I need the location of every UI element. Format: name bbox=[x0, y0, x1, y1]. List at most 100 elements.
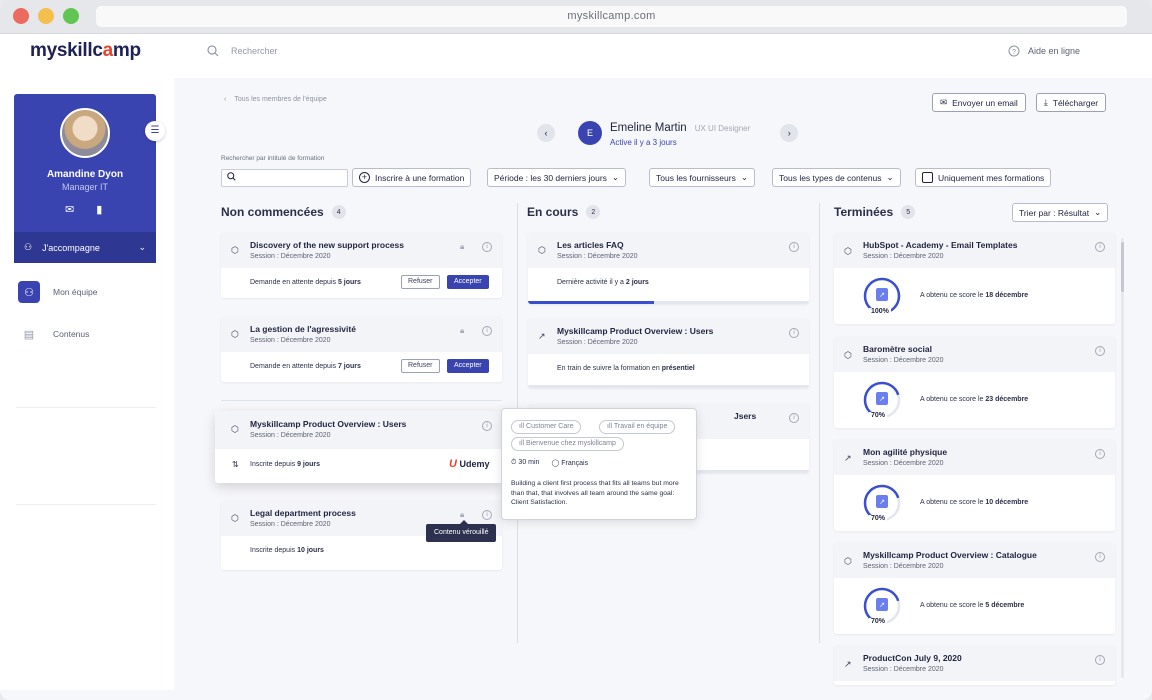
info-icon[interactable]: i bbox=[1095, 242, 1105, 252]
column-title-label: En cours bbox=[527, 205, 579, 219]
course-card[interactable]: ⬡ La gestion de l'agressivité Session : … bbox=[221, 316, 502, 382]
accept-button[interactable]: Accepter bbox=[447, 359, 489, 373]
help-link[interactable]: ? Aide en ligne bbox=[1008, 45, 1080, 57]
refuse-button[interactable]: Refuser bbox=[401, 275, 440, 289]
search-icon bbox=[207, 45, 219, 57]
info-icon[interactable]: i bbox=[789, 328, 799, 338]
cube-icon: ⬡ bbox=[231, 424, 239, 434]
completed-course-card[interactable]: ↗ Mon agilité physique Session : Décembr… bbox=[834, 439, 1115, 531]
lock-icon[interactable]: 🔒︎ bbox=[460, 510, 464, 520]
info-icon[interactable]: i bbox=[482, 242, 492, 252]
tag: ıll Travail en équipe bbox=[599, 420, 676, 434]
card-status-text: Demande en attente depuis bbox=[250, 279, 337, 286]
info-icon[interactable]: i bbox=[1095, 449, 1105, 459]
card-status-days: 9 jours bbox=[297, 461, 321, 468]
course-card[interactable]: ⬡ Les articles FAQ Session : Décembre 20… bbox=[528, 232, 809, 304]
refuse-button[interactable]: Refuser bbox=[401, 359, 440, 373]
my-trainings-checkbox[interactable]: Uniquement mes formations bbox=[915, 168, 1052, 187]
column-title-label: Non commencées bbox=[221, 205, 324, 219]
svg-text:↗: ↗ bbox=[879, 499, 885, 506]
checkbox-icon bbox=[922, 172, 933, 183]
score-date: 18 décembre bbox=[985, 292, 1029, 299]
maximize-dot[interactable] bbox=[63, 8, 79, 24]
card-title: Myskillcamp Product Overview : Catalogue bbox=[863, 550, 1037, 560]
card-body: En train de suivre la formation en prése… bbox=[528, 354, 809, 382]
card-title: Legal department process bbox=[250, 508, 356, 518]
column-divider bbox=[819, 203, 820, 643]
card-header: ↗ ProductCon July 9, 2020 Session : Déce… bbox=[834, 645, 1115, 681]
completed-course-card[interactable]: ⬡ Baromètre social Session : Décembre 20… bbox=[834, 336, 1115, 428]
nav-label-contents: Contenus bbox=[53, 329, 90, 339]
my-trainings-label: Uniquement mes formations bbox=[938, 172, 1045, 183]
send-email-button[interactable]: ✉ Envoyer un email bbox=[932, 93, 1026, 112]
close-dot[interactable] bbox=[13, 8, 29, 24]
global-search[interactable]: Rechercher bbox=[207, 45, 278, 57]
help-label: Aide en ligne bbox=[1028, 46, 1081, 56]
completed-course-card[interactable]: ↗ ProductCon July 9, 2020 Session : Déce… bbox=[834, 645, 1115, 685]
nav-item-contents[interactable]: ▤ Contenus bbox=[18, 323, 90, 345]
logo-text: myskillc bbox=[30, 40, 103, 61]
info-icon[interactable]: i bbox=[1095, 655, 1105, 665]
score-label: A obtenu ce score le bbox=[920, 602, 984, 609]
column-done-title: Terminées 5 bbox=[834, 205, 916, 219]
next-member-button[interactable]: › bbox=[780, 123, 799, 142]
score-section: ↗ 100% A obtenu ce score le 18 décembre bbox=[834, 268, 1115, 324]
period-dropdown[interactable]: Période : les 30 derniers jours ⌄ bbox=[487, 168, 627, 187]
info-icon[interactable]: i bbox=[789, 242, 799, 252]
info-icon[interactable]: i bbox=[482, 510, 492, 520]
course-card[interactable]: ↗ Myskillcamp Product Overview : Users S… bbox=[528, 318, 809, 388]
info-icon[interactable]: i bbox=[789, 413, 799, 423]
divider bbox=[16, 504, 156, 505]
breadcrumb[interactable]: ‹ Tous les membres de l'équipe bbox=[224, 96, 327, 103]
info-icon[interactable]: i bbox=[482, 326, 492, 336]
types-dropdown[interactable]: Tous les types de contenus ⌄ bbox=[772, 168, 901, 187]
trend-icon: ↗ bbox=[538, 331, 546, 341]
card-status: Demande en attente depuis 7 jours bbox=[250, 363, 361, 370]
mail-icon: ✉ bbox=[940, 97, 948, 107]
scrollbar[interactable] bbox=[1121, 238, 1124, 678]
tag: ıll Customer Care bbox=[511, 420, 582, 434]
accept-button[interactable]: Accepter bbox=[447, 275, 489, 289]
card-status-text: En train de suivre la formation en bbox=[557, 365, 660, 372]
completed-course-card[interactable]: ⬡ HubSpot - Academy - Email Templates Se… bbox=[834, 232, 1115, 324]
card-title: ProductCon July 9, 2020 bbox=[863, 653, 962, 663]
profile-card: ☰ Amandine Dyon Manager IT ✉ ▮ ⚇ J'accom… bbox=[14, 94, 165, 263]
nav-item-team[interactable]: ⚇ Mon équipe bbox=[18, 281, 97, 303]
scrollbar-thumb[interactable] bbox=[1121, 242, 1124, 292]
browser-titlebar: myskillcamp.com bbox=[0, 0, 1152, 34]
card-status-text: Inscrite depuis bbox=[250, 547, 296, 554]
card-title: HubSpot - Academy - Email Templates bbox=[863, 240, 1018, 250]
url-bar[interactable]: myskillcamp.com bbox=[96, 6, 1127, 27]
score-value: 70% bbox=[869, 412, 888, 419]
providers-dropdown[interactable]: Tous les fournisseurs ⌄ bbox=[649, 168, 755, 187]
score-label: A obtenu ce score le bbox=[920, 292, 984, 299]
logo[interactable]: myskillcamp bbox=[30, 40, 141, 62]
score-label: A obtenu ce score le bbox=[920, 396, 984, 403]
completed-course-card[interactable]: ⬡ Myskillcamp Product Overview : Catalog… bbox=[834, 542, 1115, 634]
card-title: Discovery of the new support process bbox=[250, 240, 404, 250]
info-icon[interactable]: i bbox=[482, 421, 492, 431]
sort-dropdown[interactable]: Trier par : Résultat ⌄ bbox=[1012, 203, 1109, 222]
card-header: ⬡ Myskillcamp Product Overview : Catalog… bbox=[834, 542, 1115, 578]
minimize-dot[interactable] bbox=[38, 8, 54, 24]
download-button[interactable]: ⤓ Télécharger bbox=[1036, 93, 1107, 112]
bookmark-icon[interactable]: ▮ bbox=[96, 203, 102, 216]
team-icon: ⚇ bbox=[18, 281, 40, 303]
info-icon[interactable]: i bbox=[1095, 552, 1105, 562]
svg-text:↗: ↗ bbox=[879, 292, 885, 299]
enroll-button[interactable]: + Inscrire à une formation bbox=[352, 168, 472, 187]
course-card[interactable]: ⬡ Discovery of the new support process S… bbox=[221, 232, 502, 298]
info-icon[interactable]: i bbox=[1095, 346, 1105, 356]
mail-icon[interactable]: ✉ bbox=[65, 203, 74, 216]
accompany-dropdown[interactable]: ⚇ J'accompagne ⌄ bbox=[14, 232, 156, 263]
course-details-tooltip: ıll Customer Care ıll Travail en équipe … bbox=[501, 408, 697, 520]
training-search-input[interactable] bbox=[221, 169, 348, 187]
card-session: Session : Décembre 2020 bbox=[250, 432, 331, 439]
breadcrumb-label: Tous les membres de l'équipe bbox=[234, 96, 327, 103]
prev-member-button[interactable]: ‹ bbox=[537, 123, 555, 142]
card-body: Demande en attente depuis 5 jours Refuse… bbox=[221, 268, 502, 296]
course-card-hovered[interactable]: ⬡ Myskillcamp Product Overview : Users S… bbox=[215, 411, 504, 483]
list-menu-icon[interactable]: ☰ bbox=[145, 121, 165, 141]
svg-text:?: ? bbox=[1012, 49, 1016, 56]
top-bar: myskillcamp Rechercher ? Aide en ligne bbox=[0, 34, 1152, 78]
